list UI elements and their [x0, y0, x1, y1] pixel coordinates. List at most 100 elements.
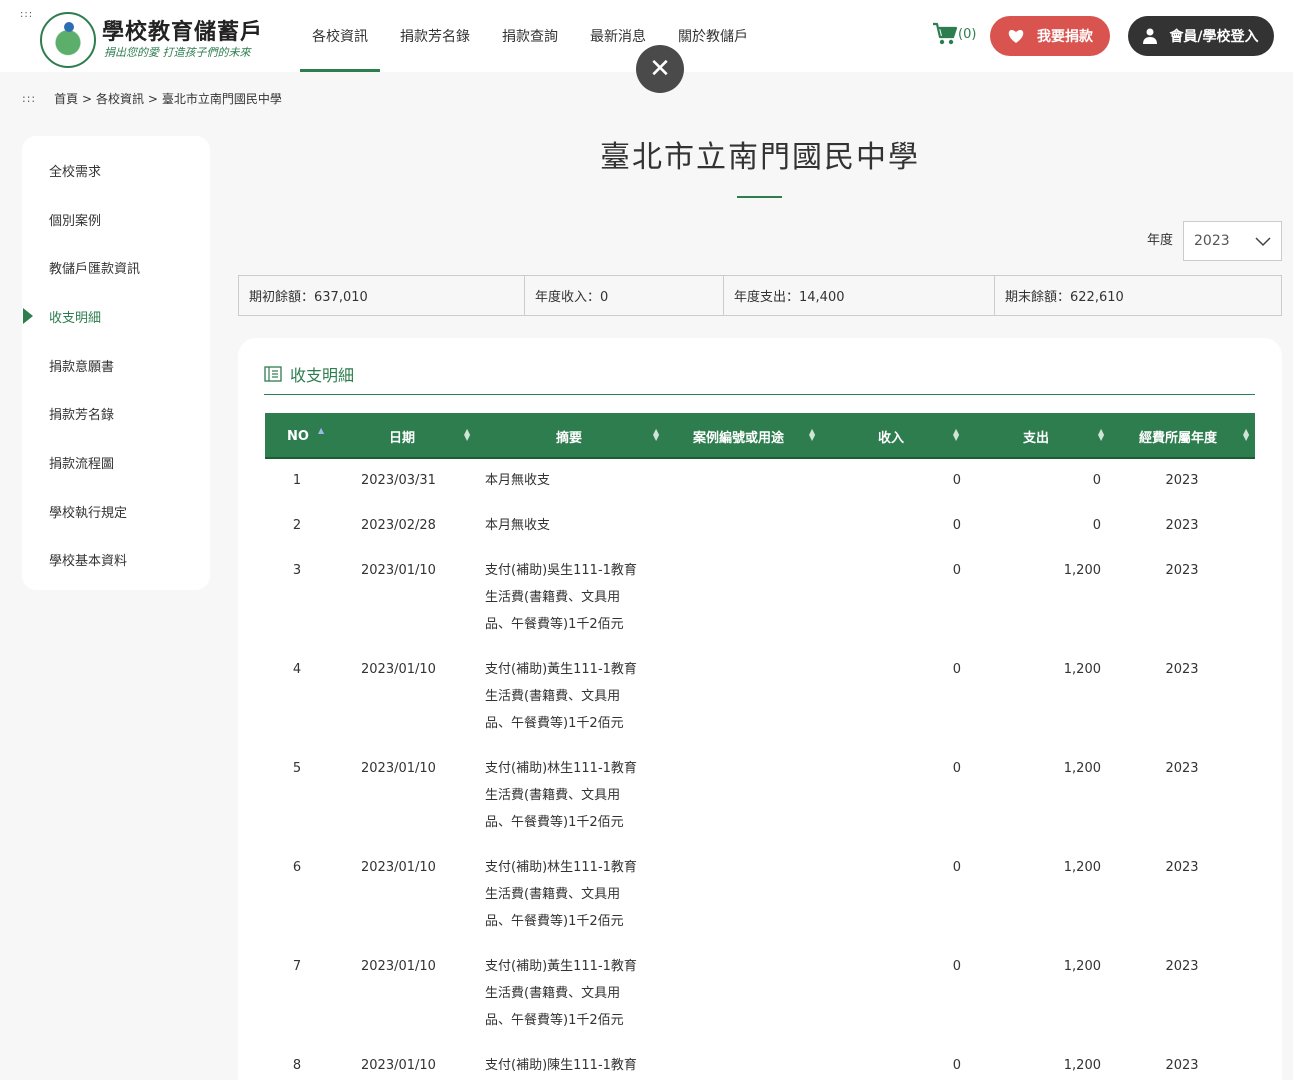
sidebar-item-ledger[interactable]: 收支明細 [22, 292, 210, 341]
cell-no: 7 [292, 959, 302, 974]
summary-line: 本月無收支 [485, 473, 551, 488]
cell-date: 2023/03/31 [361, 473, 436, 488]
summary-line: 支付(補助)黃生111-1教育 [485, 662, 637, 677]
summary-line: 生活費(書籍費、文具用 [485, 689, 621, 704]
panel-divider [264, 394, 1255, 395]
cell-expense: 1,200 [1063, 662, 1101, 677]
cell-expense: 0 [1092, 518, 1101, 533]
sidebar-item-rules[interactable]: 學校執行規定 [22, 487, 210, 536]
close-icon[interactable]: ✕ [636, 45, 684, 93]
donate-button[interactable]: 我要捐款 [990, 16, 1110, 56]
sidebar-item-flowchart[interactable]: 捐款流程圖 [22, 438, 210, 487]
cell-fund-year: 2023 [1165, 1058, 1199, 1073]
site-slogan: 捐出您的愛 打造孩子們的未來 [104, 46, 251, 59]
cell-expense: 1,200 [1063, 563, 1101, 578]
cart-count: (0) [958, 26, 977, 42]
login-label: 會員/學校登入 [1169, 29, 1259, 45]
nav-donation-query[interactable]: 捐款查詢 [490, 0, 570, 72]
nav-school-info[interactable]: 各校資訊 [300, 0, 380, 72]
cart-icon [933, 22, 958, 45]
cell-summary: 本月無收支 [485, 512, 655, 539]
cell-summary: 支付(補助)黃生111-1教育 生活費(書籍費、文具用 品、午餐費等)1千2佰元 [485, 953, 655, 1034]
summary-line: 本月無收支 [485, 518, 551, 533]
sort-icon[interactable]: ▲ ▼ [653, 428, 659, 442]
summary-line: 品、午餐費等)1千2佰元 [485, 1013, 624, 1028]
cell-date: 2023/02/28 [361, 518, 436, 533]
panel-title: 收支明細 [264, 362, 354, 386]
sidebar-item-intent-form[interactable]: 捐款意願書 [22, 341, 210, 390]
cell-no: 5 [292, 761, 302, 776]
cell-income: 0 [952, 473, 961, 488]
sidebar-item-remittance[interactable]: 教儲戶匯款資訊 [22, 243, 210, 292]
header-date[interactable]: 日期 [389, 413, 415, 459]
user-icon [1143, 28, 1158, 44]
sort-icon[interactable]: ▲ ▼ [953, 428, 959, 442]
cart-button[interactable]: (0) [932, 22, 976, 46]
summary-line: 生活費(書籍費、文具用 [485, 887, 621, 902]
header-case[interactable]: 案例編號或用途 [693, 413, 784, 459]
breadcrumb-school-info[interactable]: 各校資訊 > [96, 90, 158, 107]
nav-donor-list[interactable]: 捐款芳名錄 [388, 0, 482, 72]
cell-income: 0 [952, 563, 961, 578]
cell-summary: 支付(補助)吳生111-1教育 生活費(書籍費、文具用 品、午餐費等)1千2佰元 [485, 557, 655, 638]
cell-date: 2023/01/10 [361, 860, 436, 875]
cell-no: 3 [292, 563, 302, 578]
cell-income: 0 [952, 1058, 961, 1073]
title-underline [737, 196, 782, 198]
login-button[interactable]: 會員/學校登入 [1128, 16, 1274, 56]
cell-date: 2023/01/10 [361, 662, 436, 677]
cell-income: 0 [952, 959, 961, 974]
sort-icon[interactable]: ▲ ▼ [1243, 428, 1249, 442]
sort-icon[interactable]: ▲ ▼ [1098, 428, 1104, 442]
opening-balance: 期初餘額：637,010 [239, 276, 525, 315]
year-value: 2023 [1194, 233, 1230, 249]
cell-date: 2023/01/10 [361, 959, 436, 974]
cell-date: 2023/01/10 [361, 1058, 436, 1073]
year-select[interactable]: 2023 [1183, 221, 1282, 261]
table-row: 3 2023/01/10 0 1,200 2023 支付(補助)吳生111-1教育 生活費(… [265, 557, 1255, 638]
summary-line: 品、午餐費等)1千2佰元 [485, 716, 624, 731]
ministry-logo[interactable] [40, 12, 96, 68]
summary-line: 支付(補助)吳生111-1教育 [485, 563, 637, 578]
accessibility-marker[interactable]: ::: [20, 10, 33, 20]
cell-fund-year: 2023 [1165, 959, 1199, 974]
header-summary[interactable]: 摘要 [556, 413, 582, 459]
cell-income: 0 [952, 860, 961, 875]
header-expense[interactable]: 支出 [1023, 413, 1049, 459]
page-title: 臺北市立南門國民中學 [600, 140, 920, 175]
table-row: 1 2023/03/31 0 0 2023 本月無收支 [265, 467, 1255, 494]
breadcrumb: ::: 首頁 > 各校資訊 > 臺北市立南門國民中學 [22, 90, 282, 107]
cell-income: 0 [952, 662, 961, 677]
header-income[interactable]: 收入 [878, 413, 904, 459]
cell-expense: 1,200 [1063, 860, 1101, 875]
cell-fund-year: 2023 [1165, 563, 1199, 578]
breadcrumb-current: 臺北市立南門國民中學 [161, 92, 282, 106]
cell-no: 8 [292, 1058, 302, 1073]
logo-emblem-icon [64, 22, 74, 32]
header-no[interactable]: NO [287, 413, 309, 459]
accessibility-marker[interactable]: ::: [22, 92, 36, 105]
cell-expense: 1,200 [1063, 1058, 1101, 1073]
cell-fund-year: 2023 [1165, 761, 1199, 776]
list-icon [264, 366, 282, 382]
ledger-panel: 收支明細 NO ▲ 日期 ▲ ▼ 摘要 ▲ ▼ 案例編號或用途 ▲ ▼ 收入 ▲ ▼ 支… [238, 338, 1282, 1080]
cell-income: 0 [952, 761, 961, 776]
cell-fund-year: 2023 [1165, 662, 1199, 677]
sort-asc-icon[interactable]: ▲ [318, 427, 324, 435]
cell-fund-year: 2023 [1165, 860, 1199, 875]
summary-line: 支付(補助)陳生111-1教育 [485, 1058, 637, 1073]
sidebar-item-donor-list[interactable]: 捐款芳名錄 [22, 389, 210, 438]
sidebar-item-cases[interactable]: 個別案例 [22, 195, 210, 244]
table-row: 7 2023/01/10 0 1,200 2023 支付(補助)黃生111-1教育 生活費(… [265, 953, 1255, 1034]
cell-expense: 1,200 [1063, 959, 1101, 974]
header-fund-year[interactable]: 經費所屬年度 [1139, 413, 1217, 459]
sidebar-item-basic-info[interactable]: 學校基本資料 [22, 536, 210, 585]
panel-title-text: 收支明細 [290, 366, 355, 385]
sort-icon[interactable]: ▲ ▼ [464, 428, 470, 442]
site-title[interactable]: 學校教育儲蓄戶 [102, 14, 263, 46]
sidebar-item-school-needs[interactable]: 全校需求 [22, 146, 210, 195]
breadcrumb-home[interactable]: 首頁 > [54, 90, 92, 107]
sort-icon[interactable]: ▲ ▼ [809, 428, 815, 442]
summary-line: 生活費(書籍費、文具用 [485, 986, 621, 1001]
summary-line: 生活費(書籍費、文具用 [485, 590, 621, 605]
